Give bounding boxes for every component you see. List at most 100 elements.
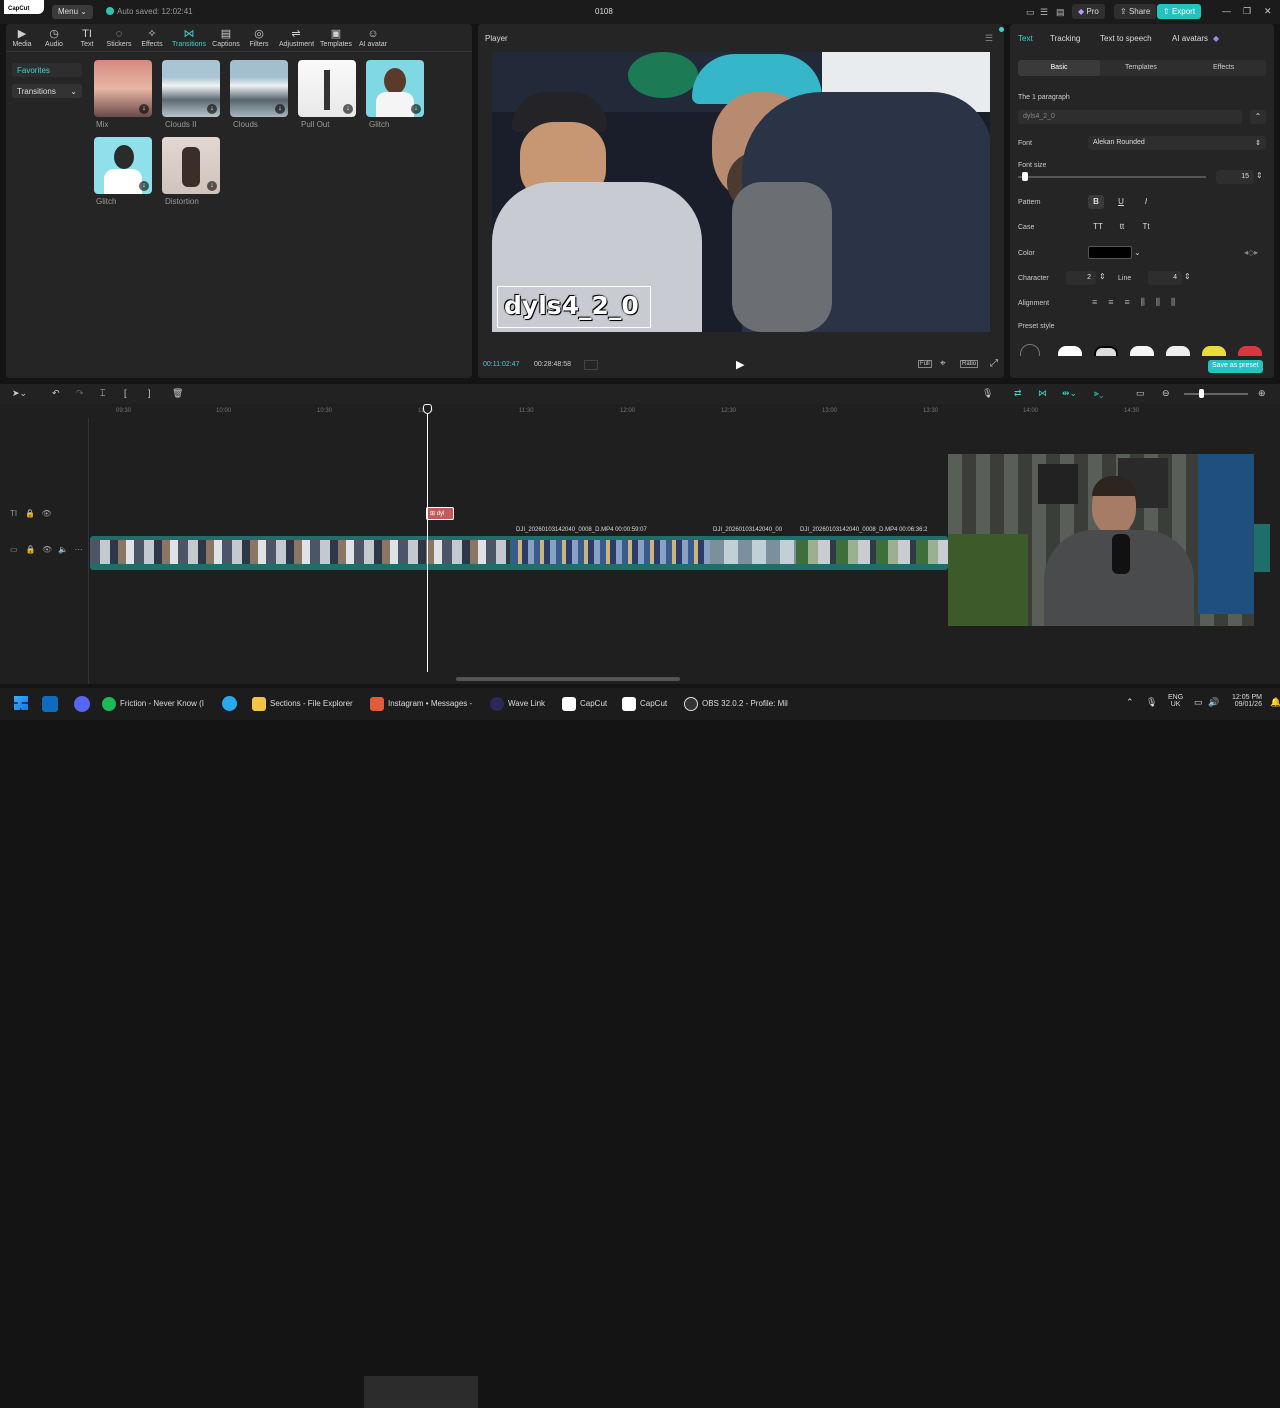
toolbar-ai-avatar[interactable]: ☺ AI avatar [356, 28, 390, 48]
toolbar-filters[interactable]: ◎ Filters [242, 28, 276, 48]
windows-start-icon[interactable] [14, 696, 28, 710]
speaker-icon[interactable]: 🔈 [58, 545, 68, 554]
pro-button[interactable]: ◆ Pro [1072, 4, 1105, 19]
playhead[interactable] [427, 408, 428, 672]
toolbar-captions[interactable]: ▤ Captions [209, 28, 243, 48]
full-button[interactable]: Full [918, 360, 932, 368]
eye-icon[interactable]: 👁 [42, 545, 52, 554]
preset-outline[interactable] [1094, 346, 1118, 356]
taskbar-obs[interactable]: OBS 32.0.2 - Profile: Mil [684, 697, 788, 711]
character-input[interactable]: 2 [1066, 271, 1096, 285]
magnet-icon[interactable]: ⋈ [1038, 388, 1047, 399]
link-icon[interactable]: ⇄ [1014, 388, 1022, 399]
sidebar-item-favorites[interactable]: Favorites [12, 63, 82, 77]
tab-text-to-speech[interactable]: Text to speech [1100, 34, 1152, 43]
zoom-slider[interactable] [1184, 393, 1248, 395]
save-as-preset-button[interactable]: Save as preset [1208, 360, 1263, 373]
fullscreen-icon[interactable]: ⤢ [990, 358, 998, 369]
snap-icon[interactable]: ⇹⌄ [1062, 388, 1077, 399]
toolbar-transitions[interactable]: ⋈ Transitions [172, 28, 206, 48]
taskbar-file-explorer[interactable]: Sections - File Explorer [252, 697, 353, 711]
case-upper-button[interactable]: TT [1088, 220, 1108, 234]
zoom-out-icon[interactable]: ⊖ [1162, 388, 1170, 399]
fontsize-input[interactable]: 15 [1216, 170, 1254, 184]
transition-thumb-glitch-2[interactable]: ↓ [94, 137, 152, 194]
toolbar-adjustment[interactable]: ⇌ Adjustment [279, 28, 314, 48]
maximize-icon[interactable]: ❐ [1243, 6, 1251, 17]
preset-shadow[interactable] [1130, 346, 1154, 356]
transition-thumb-distortion[interactable]: ↓ [162, 137, 220, 194]
text-content-field[interactable]: dyls4_2_0 [1018, 110, 1242, 124]
chevron-up-icon[interactable]: ⌃ [1126, 697, 1134, 708]
timeline-scrollbar[interactable] [456, 677, 680, 681]
redo-icon[interactable]: ↷ [76, 388, 84, 399]
tab-text[interactable]: Text [1018, 34, 1033, 43]
captions-icon[interactable]: ▭ [1136, 388, 1145, 399]
line-input[interactable]: 4 [1148, 271, 1182, 285]
zoom-in-icon[interactable]: ⊕ [1258, 388, 1266, 399]
toolbar-audio[interactable]: ◷ Audio [37, 28, 71, 48]
lock-icon[interactable]: 🔒 [26, 545, 36, 554]
video-clip[interactable] [90, 536, 948, 570]
transition-thumb-mix[interactable]: ↓ [94, 60, 152, 117]
sidebar-item-transitions[interactable]: Transitions ⌄ [12, 84, 82, 98]
language-indicator[interactable]: ENG UK [1168, 694, 1183, 708]
underline-button[interactable]: U [1113, 195, 1129, 209]
zoom-slider-handle[interactable] [1199, 389, 1204, 398]
volume-icon[interactable]: 🔊 [1208, 697, 1219, 708]
discord-icon[interactable] [74, 696, 90, 712]
italic-button[interactable]: I [1138, 195, 1154, 209]
ratio-button[interactable]: Ratio [960, 360, 979, 368]
playhead-handle[interactable] [423, 404, 432, 414]
bold-button[interactable]: B [1088, 195, 1104, 209]
more-icon[interactable]: ⋯ [75, 545, 83, 554]
toolbar-effects[interactable]: ✧ Effects [135, 28, 169, 48]
share-button[interactable]: ⇪ Share [1114, 4, 1157, 19]
monitor-icon[interactable]: ▭ [1194, 697, 1203, 708]
taskbar-spotify[interactable]: Friction - Never Know (I [102, 697, 204, 711]
layout-icon[interactable]: ▭ [1026, 7, 1035, 18]
preset-bold[interactable] [1166, 346, 1190, 356]
subtab-basic[interactable]: Basic [1018, 60, 1100, 76]
subtab-effects[interactable]: Effects [1213, 64, 1234, 71]
case-lower-button[interactable]: tt [1112, 220, 1132, 234]
select-cursor-icon[interactable]: ➤⌄ [12, 388, 27, 399]
slider-handle[interactable] [1022, 172, 1028, 181]
preset-style-row[interactable] [1018, 342, 1268, 356]
preset-red[interactable] [1238, 346, 1262, 356]
play-icon[interactable]: ▶ [736, 358, 744, 371]
notifications-icon[interactable]: 🔔 [1270, 697, 1280, 708]
taskbar-wave-link[interactable]: Wave Link [490, 697, 545, 711]
stepper-icon[interactable]: ⇕ [1256, 171, 1263, 180]
keyframe-icon[interactable]: ◂◇▸ [1244, 248, 1258, 257]
text-clip[interactable]: ⊞ dyl [426, 507, 454, 520]
hamburger-menu-icon[interactable]: ☰ [985, 33, 993, 44]
fontsize-slider[interactable] [1018, 176, 1206, 178]
clock[interactable]: 12:05 PM 09/01/26 [1232, 694, 1262, 708]
subtab-templates[interactable]: Templates [1125, 64, 1157, 71]
microphone-icon[interactable]: 🎙 [1146, 697, 1157, 708]
split-icon[interactable]: ⌶ [100, 388, 105, 399]
microphone-icon[interactable]: 🎙 [982, 388, 993, 399]
taskbar-capcut-1[interactable]: CapCut [562, 697, 607, 711]
menu-button[interactable]: Menu ⌄ [52, 5, 93, 19]
chevron-down-icon[interactable]: ⌄ [1134, 248, 1141, 257]
lock-icon[interactable]: 🔒 [25, 509, 35, 518]
export-button[interactable]: ⇧ Export [1157, 4, 1202, 19]
undo-icon[interactable]: ↶ [52, 388, 60, 399]
case-title-button[interactable]: Tt [1136, 220, 1156, 234]
toolbar-media[interactable]: ▶ Media [5, 28, 39, 48]
close-icon[interactable]: ✕ [1264, 6, 1272, 17]
toolbar-templates[interactable]: ▣ Templates [319, 28, 353, 48]
telegram-icon[interactable] [222, 696, 237, 711]
transition-thumb-clouds[interactable]: ↓ [230, 60, 288, 117]
toolbar-text[interactable]: TI Text [70, 28, 104, 48]
timecode-grid-icon[interactable] [584, 360, 598, 370]
color-swatch[interactable] [1088, 246, 1132, 259]
minimize-icon[interactable]: — [1222, 6, 1231, 16]
preset-white[interactable] [1058, 346, 1082, 356]
shortcuts-icon[interactable]: ▤ [1056, 7, 1065, 18]
stepper-icon[interactable]: ⇕ [1184, 272, 1191, 281]
video-clip-tail[interactable] [1254, 524, 1270, 572]
taskbar-capcut-2[interactable]: CapCut [622, 697, 667, 711]
